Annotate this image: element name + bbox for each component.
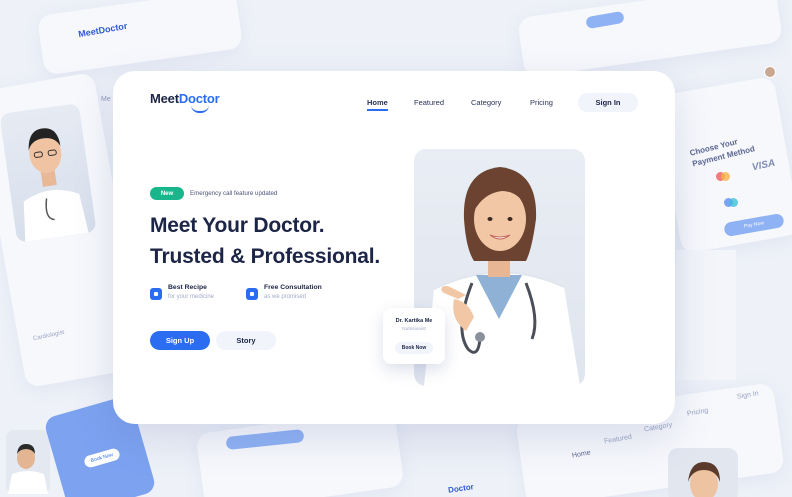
nav-featured-label: Featured <box>414 98 445 107</box>
new-badge: New <box>150 187 184 200</box>
logo[interactable]: MeetDoctor <box>150 91 220 113</box>
feature-subtitle: as we promised <box>264 294 307 300</box>
announcement-row: New Emergency call feature updated <box>150 187 277 200</box>
nav-active-underline <box>367 109 388 111</box>
sign-up-button[interactable]: Sign Up <box>150 331 210 350</box>
checkbox-icon <box>246 288 258 300</box>
nav-featured[interactable]: Featured <box>414 98 444 107</box>
doctor-name: Dr. Kartika Me <box>395 318 433 324</box>
nav-home-label: Home <box>367 98 388 107</box>
bg-card-right-middle <box>676 250 736 380</box>
announcement-text: Emergency call feature updated <box>190 190 278 197</box>
nav-home[interactable]: Home <box>367 98 388 111</box>
feature-title: Free Consultation <box>264 284 322 291</box>
nav-category[interactable]: Category <box>471 98 501 107</box>
headline-line-2: Trusted & Professional. <box>150 245 380 268</box>
bg-mastercard-icon <box>716 172 730 181</box>
feature-title: Best Recipe <box>168 284 207 291</box>
bg-bottom-left-photo <box>6 430 50 494</box>
bg-me-text: Me <box>101 96 111 103</box>
bg-woman-illustration <box>688 462 720 497</box>
landing-card: MeetDoctor Home Featured Category Pricin… <box>113 71 675 424</box>
bg-paypal-icon <box>724 198 738 207</box>
headline-line-1: Meet Your Doctor. <box>150 214 325 237</box>
feature-best-recipe: Best Recipe for your medicine <box>150 284 214 300</box>
logo-doctor-text: Doctor <box>178 91 220 106</box>
feature-subtitle: for your medicine <box>168 294 215 300</box>
book-now-button[interactable]: Book Now <box>395 342 433 354</box>
bg-bottom-right-photo <box>668 448 738 497</box>
bg-small-doctor-illustration <box>8 444 48 494</box>
sign-in-button[interactable]: Sign In <box>578 93 638 112</box>
doctor-role: Nutrisionist <box>402 327 426 332</box>
feature-free-consultation: Free Consultation as we promised <box>246 284 322 300</box>
checkbox-icon <box>150 288 162 300</box>
bg-card-top-right <box>517 0 783 78</box>
doctor-info-card: Dr. Kartika Me Nutrisionist Book Now <box>383 308 445 364</box>
bg-avatar-top-right <box>764 66 776 78</box>
story-button[interactable]: Story <box>216 331 276 350</box>
nav-category-label: Category <box>471 98 502 107</box>
logo-smile-icon <box>191 105 209 113</box>
bg-pay-now-label: Pay Now <box>743 220 765 230</box>
nav-pricing-label: Pricing <box>530 98 553 107</box>
logo-meet-text: Meet <box>150 91 179 106</box>
bg-card-top-left <box>36 0 244 76</box>
nav-pricing[interactable]: Pricing <box>530 98 553 107</box>
bg-logo-fragment: Doctor <box>447 482 475 495</box>
